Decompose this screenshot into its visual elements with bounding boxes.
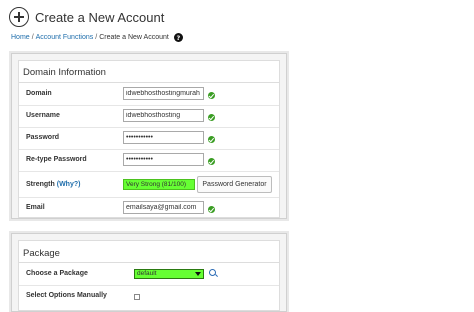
password-label: Password xyxy=(26,134,60,141)
domain-row: Domain xyxy=(19,84,279,106)
password-generator-button[interactable]: Password Generator xyxy=(197,176,272,193)
page-header: Create a New Account xyxy=(9,6,164,28)
retype-password-valid-check-icon xyxy=(208,158,215,165)
username-valid-check-icon xyxy=(208,114,215,121)
choose-package-row: Choose a Package default xyxy=(19,264,279,286)
domain-label: Domain xyxy=(26,90,52,97)
select-options-row: Select Options Manually xyxy=(19,286,279,308)
package-select-value: default xyxy=(137,270,157,277)
breadcrumb-account-functions[interactable]: Account Functions xyxy=(36,34,94,41)
help-icon[interactable]: ? xyxy=(173,33,183,42)
password-valid-check-icon xyxy=(208,136,215,143)
strength-why-link[interactable]: (Why?) xyxy=(57,181,81,188)
domain-information-panel: Domain Information Domain Username Passw… xyxy=(11,53,287,219)
add-account-icon xyxy=(9,7,29,27)
package-select[interactable]: default xyxy=(134,269,204,279)
email-row: Email xyxy=(19,198,279,220)
retype-password-input[interactable] xyxy=(123,153,204,166)
password-input[interactable] xyxy=(123,131,204,144)
domain-information-title: Domain Information xyxy=(19,61,279,83)
strength-row: Strength (Why?) Very Strong (81/100) Pas… xyxy=(19,173,279,198)
breadcrumb-current: Create a New Account xyxy=(99,34,169,41)
password-strength-meter: Very Strong (81/100) xyxy=(123,179,195,190)
username-input[interactable] xyxy=(123,109,204,122)
breadcrumb: Home / Account Functions / Create a New … xyxy=(11,33,183,42)
choose-package-label: Choose a Package xyxy=(26,270,88,277)
package-panel: Package Choose a Package default Select … xyxy=(11,233,287,312)
retype-password-label: Re-type Password xyxy=(26,156,87,163)
strength-label: Strength (Why?) xyxy=(26,181,81,188)
email-input[interactable] xyxy=(123,201,204,214)
email-label: Email xyxy=(26,204,45,211)
password-row: Password xyxy=(19,128,279,150)
email-valid-check-icon xyxy=(208,206,215,213)
username-row: Username xyxy=(19,106,279,128)
retype-password-row: Re-type Password xyxy=(19,150,279,172)
select-options-label: Select Options Manually xyxy=(26,292,107,299)
select-options-checkbox[interactable] xyxy=(134,294,140,300)
domain-input[interactable] xyxy=(123,87,204,100)
breadcrumb-separator: / xyxy=(31,34,34,41)
magnifier-icon[interactable] xyxy=(209,269,216,276)
page-title: Create a New Account xyxy=(35,9,165,25)
domain-valid-check-icon xyxy=(208,92,215,99)
chevron-down-icon xyxy=(195,271,201,276)
username-label: Username xyxy=(26,112,60,119)
breadcrumb-separator: / xyxy=(95,34,98,41)
package-title: Package xyxy=(19,241,279,263)
breadcrumb-home[interactable]: Home xyxy=(11,34,30,41)
